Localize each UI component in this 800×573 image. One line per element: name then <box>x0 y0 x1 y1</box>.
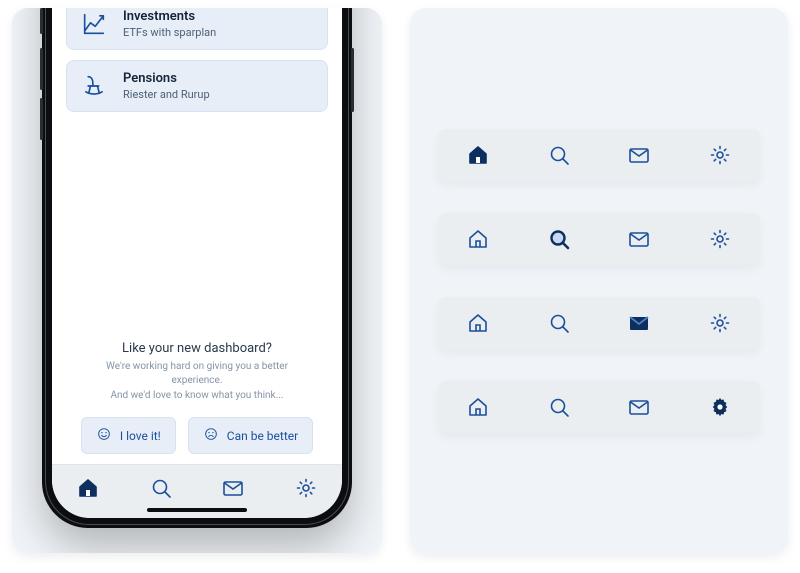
nav-search[interactable] <box>546 142 572 168</box>
navbar-state-gear <box>438 381 760 433</box>
feedback-desc: We're working hard on giving you a bette… <box>82 360 312 404</box>
phone-frame: Explore investment options Deposits Retu… <box>42 8 352 528</box>
option-investments[interactable]: Investments ETFs with sparplan <box>66 8 328 50</box>
phone-mock-panel: Explore investment options Deposits Retu… <box>12 8 382 553</box>
option-sub: ETFs with sparplan <box>123 26 216 39</box>
love-it-label: I love it! <box>120 429 161 443</box>
nav-settings[interactable] <box>707 226 733 252</box>
nav-mail[interactable] <box>626 310 652 336</box>
nav-home[interactable] <box>75 475 101 501</box>
can-be-better-button[interactable]: Can be better <box>188 417 313 454</box>
navbar-state-mail <box>438 297 760 349</box>
nav-settings[interactable] <box>707 394 733 420</box>
frown-icon <box>203 426 219 445</box>
feedback-block: Like your new dashboard? We're working h… <box>66 315 328 455</box>
feedback-title: Like your new dashboard? <box>66 341 328 356</box>
navbar-states-panel <box>410 8 788 553</box>
chart-up-icon <box>79 9 109 39</box>
nav-home[interactable] <box>465 142 491 168</box>
option-title: Pensions <box>123 71 210 86</box>
better-label: Can be better <box>227 429 298 443</box>
option-title: Investments <box>123 9 216 24</box>
option-pensions[interactable]: Pensions Riester and Rurup <box>66 60 328 112</box>
nav-settings[interactable] <box>707 142 733 168</box>
navbar-state-home <box>438 129 760 181</box>
nav-mail[interactable] <box>626 226 652 252</box>
nav-search[interactable] <box>546 226 572 252</box>
smile-icon <box>96 426 112 445</box>
rocking-chair-icon <box>79 71 109 101</box>
nav-mail[interactable] <box>626 394 652 420</box>
option-sub: Riester and Rurup <box>123 88 210 101</box>
nav-home[interactable] <box>465 394 491 420</box>
nav-search[interactable] <box>546 310 572 336</box>
nav-settings[interactable] <box>293 475 319 501</box>
nav-mail[interactable] <box>220 475 246 501</box>
phone-screen: Explore investment options Deposits Retu… <box>52 8 342 518</box>
navbar-state-search <box>438 213 760 265</box>
nav-home[interactable] <box>465 226 491 252</box>
love-it-button[interactable]: I love it! <box>81 417 176 454</box>
home-indicator <box>147 508 247 512</box>
nav-mail[interactable] <box>626 142 652 168</box>
nav-settings[interactable] <box>707 310 733 336</box>
nav-home[interactable] <box>465 310 491 336</box>
nav-search[interactable] <box>546 394 572 420</box>
nav-search[interactable] <box>148 475 174 501</box>
